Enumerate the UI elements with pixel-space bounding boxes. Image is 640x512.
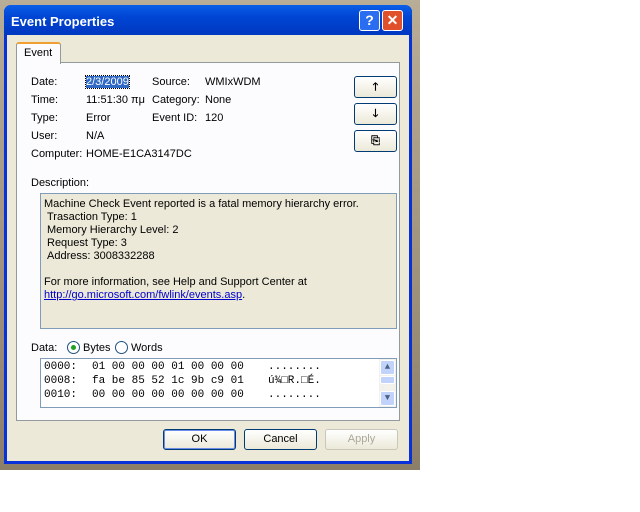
type-label: Type: (31, 112, 58, 124)
title-bar: Event Properties ? ✕ (4, 5, 412, 35)
category-value: None (205, 94, 232, 106)
description-line: Request Type: 3 (47, 237, 127, 249)
offset: 0000: (44, 361, 78, 373)
computer-value: HOME-E1CA3147DC (86, 148, 192, 160)
ascii: ........ (268, 389, 321, 401)
cancel-button[interactable]: Cancel (244, 429, 317, 450)
bytes-radio[interactable]: Bytes (67, 341, 111, 354)
offset: 0008: (44, 375, 78, 387)
scroll-thumb[interactable] (380, 376, 395, 384)
data-row: 0008: fa be 85 52 1c 9b c9 01 ú¾□R.□É. (44, 374, 393, 388)
date-value[interactable]: 2/3/2009 (85, 75, 130, 89)
description-line: For more information, see Help and Suppo… (44, 276, 307, 288)
arrow-down-icon: 🡓 (372, 108, 379, 120)
ok-button[interactable]: OK (163, 429, 236, 450)
apply-button[interactable]: Apply (325, 429, 398, 450)
previous-event-button[interactable]: 🡑 (354, 76, 397, 98)
link-suffix: . (242, 289, 246, 301)
description-line: Memory Hierarchy Level: 2 (47, 224, 179, 236)
type-value: Error (86, 112, 111, 124)
copy-icon: ⎘ (371, 135, 380, 147)
event-id-label: Event ID: (152, 112, 198, 124)
radio-icon (115, 341, 128, 354)
copy-button[interactable]: ⎘ (354, 130, 397, 152)
data-row: 0000: 01 00 00 00 01 00 00 00........ (44, 360, 393, 374)
ascii: ú¾□R.□É. (268, 375, 321, 387)
description-line: Trasaction Type: 1 (47, 211, 137, 223)
event-properties-dialog: Event Properties ? ✕ Event Date: 2/3/200… (4, 5, 412, 464)
arrow-up-icon: 🡑 (372, 81, 379, 93)
user-label: User: (31, 130, 58, 142)
event-id-value: 120 (205, 112, 224, 124)
computer-label: Computer: (31, 148, 83, 160)
description-line: Machine Check Event reported is a fatal … (44, 198, 359, 210)
event-tab-panel: Date: 2/3/2009 Time: 11:51:30 πμ Type: E… (16, 62, 400, 421)
data-hex-view[interactable]: 0000: 01 00 00 00 01 00 00 00........ 000… (40, 358, 397, 408)
next-event-button[interactable]: 🡓 (354, 103, 397, 125)
offset: 0010: (44, 389, 78, 401)
scroll-up-icon[interactable]: ▲ (380, 360, 395, 375)
scroll-down-icon[interactable]: ▼ (380, 391, 395, 406)
scrollbar[interactable]: ▲ ▼ (379, 359, 396, 407)
description-label: Description: (31, 177, 90, 189)
description-line: Address: 3008332288 (47, 250, 155, 262)
help-button[interactable]: ? (359, 10, 380, 31)
source-value: WMIxWDM (205, 76, 261, 88)
bytes-label: Bytes (83, 342, 111, 354)
time-label: Time: (31, 94, 59, 106)
words-label: Words (131, 342, 163, 354)
data-row: 0010: 00 00 00 00 00 00 00 00........ (44, 388, 393, 402)
date-label: Date: (31, 76, 58, 88)
data-label: Data: (31, 342, 58, 354)
tab-event[interactable]: Event (16, 42, 61, 64)
words-radio[interactable]: Words (115, 341, 163, 354)
source-label: Source: (152, 76, 190, 88)
user-value: N/A (86, 130, 105, 142)
help-link[interactable]: http://go.microsoft.com/fwlink/events.as… (44, 289, 242, 301)
hex: 01 00 00 00 01 00 00 00 (92, 361, 244, 373)
radio-selected-icon (67, 341, 80, 354)
window-title: Event Properties (11, 14, 115, 29)
ascii: ........ (268, 361, 321, 373)
time-value: 11:51:30 πμ (86, 94, 145, 106)
description-box[interactable]: Machine Check Event reported is a fatal … (40, 193, 397, 329)
hex: 00 00 00 00 00 00 00 00 (92, 389, 244, 401)
category-label: Category: (152, 94, 200, 106)
close-button[interactable]: ✕ (382, 10, 403, 31)
hex: fa be 85 52 1c 9b c9 01 (92, 375, 244, 387)
